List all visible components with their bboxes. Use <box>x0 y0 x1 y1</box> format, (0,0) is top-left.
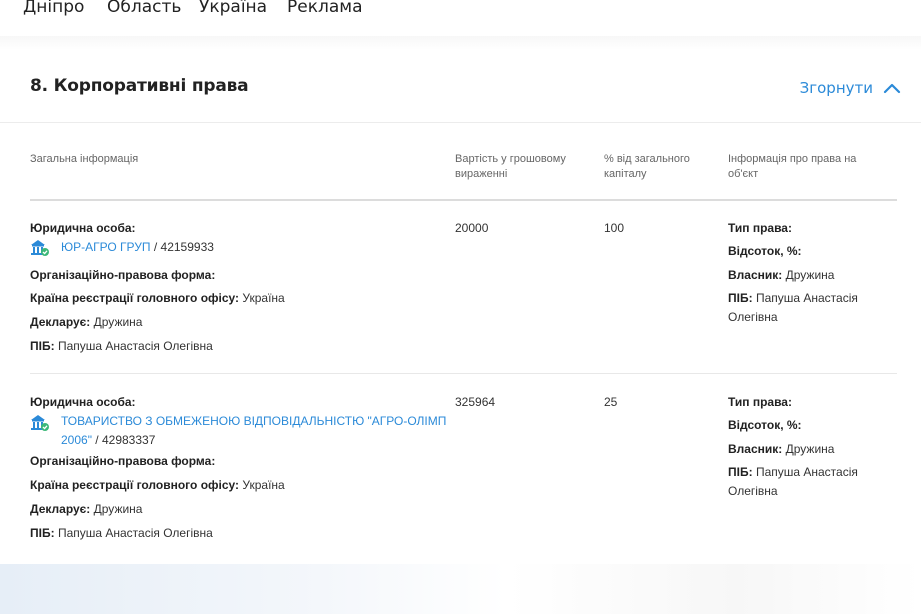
column-header-value: Вартість у грошовому вираженні <box>455 153 566 180</box>
row-divider <box>30 373 897 374</box>
table-header-divider <box>30 199 897 201</box>
collapse-label: Згорнути <box>799 79 873 97</box>
value-cell: 20000 <box>455 221 489 235</box>
owner-pib-line: ПІБ: Папуша Анастасія <box>728 291 858 305</box>
pib-line: ПІБ: Папуша Анастасія Олегівна <box>30 526 213 540</box>
nav-link-region[interactable]: Область <box>107 0 181 17</box>
owner-line: Власник: Дружина <box>728 442 835 456</box>
owner-pib-line: ПІБ: Папуша Анастасія <box>728 465 858 479</box>
company-code: / 42983337 <box>91 433 156 447</box>
column-header-general-info: Загальна інформація <box>30 153 139 165</box>
declarant-line: Декларує: Дружина <box>30 315 143 329</box>
right-type-line: Тип права: <box>728 395 792 409</box>
company-building-icon <box>31 240 49 256</box>
legal-entity-label: Юридична особа: <box>30 395 136 409</box>
collapse-button[interactable]: Згорнути <box>800 79 901 97</box>
owner-pib-line-2: Олегівна <box>728 310 778 324</box>
company-name[interactable]: ЮР-АГРО ГРУП <box>61 240 151 254</box>
percent-line: Відсоток, %: <box>728 244 802 258</box>
company-name[interactable]: ТОВАРИСТВО З ОБМЕЖЕНОЮ ВІДПОВІДАЛЬНІСТЮ … <box>61 414 446 428</box>
nav-link-ads[interactable]: Реклама <box>287 0 363 17</box>
percent-line: Відсоток, %: <box>728 418 802 432</box>
corporate-rights-section: 8. Корпоративні права Згорнути Загальна … <box>0 50 921 564</box>
section-title: 8. Корпоративні права <box>30 76 249 96</box>
legal-entity-label: Юридична особа: <box>30 221 136 235</box>
nav-link-ukraine[interactable]: Україна <box>199 0 267 17</box>
owner-line: Власник: Дружина <box>728 268 835 282</box>
owner-pib-line-2: Олегівна <box>728 484 778 498</box>
country-line: Країна реєстрації головного офісу: Украї… <box>30 291 285 305</box>
company-link-row-1[interactable]: ЮР-АГРО ГРУП / 42159933 <box>61 238 214 257</box>
share-cell: 25 <box>604 395 618 409</box>
page-background-band <box>0 564 921 614</box>
share-cell: 100 <box>604 221 625 235</box>
company-code: / 42159933 <box>150 240 214 254</box>
top-navigation: Дніпро Область Україна Реклама <box>0 0 921 40</box>
pib-line: ПІБ: Папуша Анастасія Олегівна <box>30 339 213 353</box>
nav-link-dnipro[interactable]: Дніпро <box>23 0 84 17</box>
org-form-line: Організаційно-правова форма: <box>30 268 216 282</box>
company-link-row-2[interactable]: ТОВАРИСТВО З ОБМЕЖЕНОЮ ВІДПОВІДАЛЬНІСТЮ … <box>61 412 451 450</box>
section-divider <box>0 122 921 123</box>
company-name-cont[interactable]: 2006" <box>61 433 92 447</box>
right-type-line: Тип права: <box>728 221 792 235</box>
column-header-share: % від загального капіталу <box>604 153 690 180</box>
org-form-line: Організаційно-правова форма: <box>30 454 216 468</box>
chevron-up-icon <box>883 83 901 94</box>
declarant-line: Декларує: Дружина <box>30 502 143 516</box>
company-building-icon <box>31 415 49 431</box>
value-cell: 325964 <box>455 395 496 409</box>
country-line: Країна реєстрації головного офісу: Украї… <box>30 478 285 492</box>
header-shadow <box>0 36 921 50</box>
column-header-rights-info: Інформація про права на об'єкт <box>728 153 857 180</box>
